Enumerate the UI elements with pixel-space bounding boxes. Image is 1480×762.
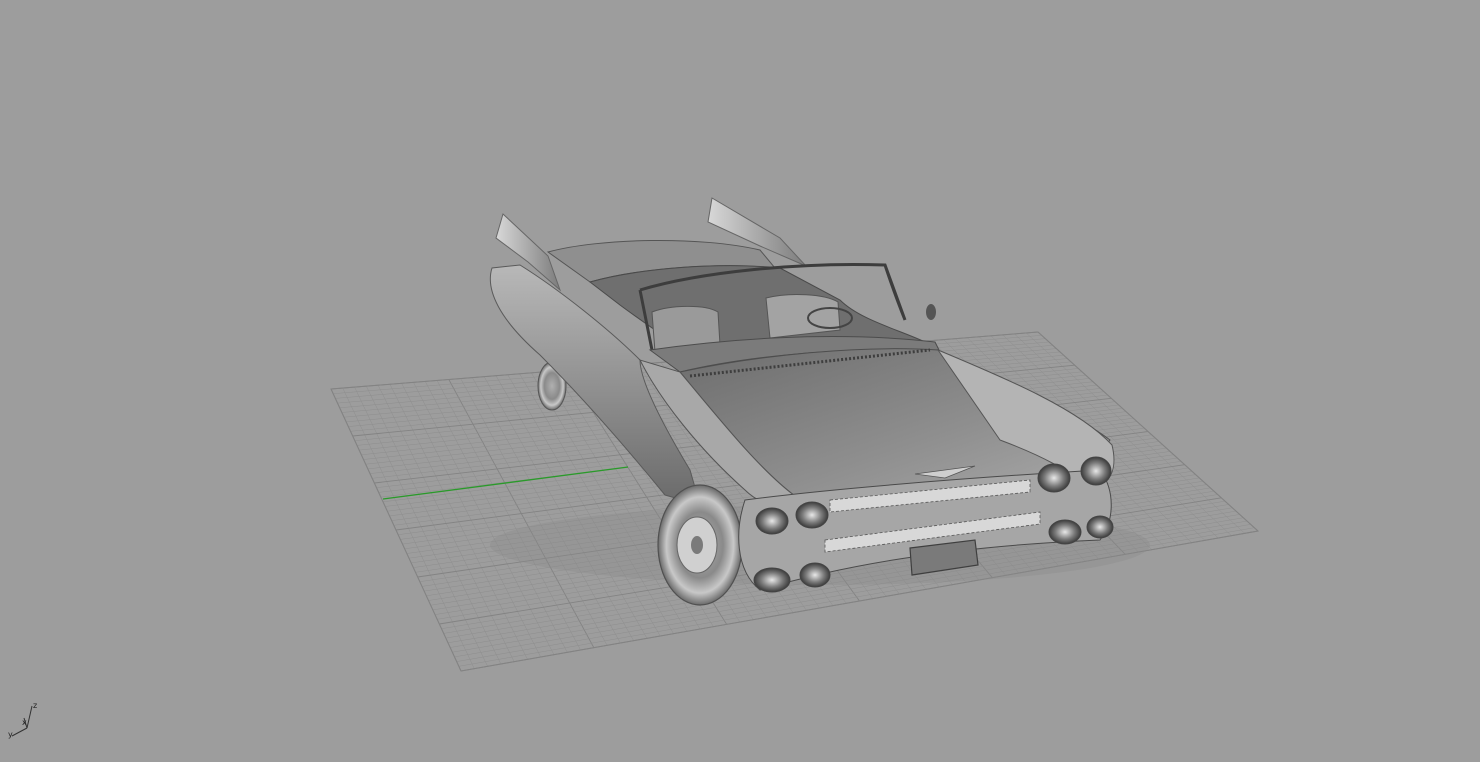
- z-axis-icon: [26, 705, 33, 729]
- car-model[interactable]: [489, 197, 1150, 606]
- hub-center: [691, 536, 703, 554]
- x-axis-line: [382, 466, 629, 500]
- viewport-scene[interactable]: z x y: [0, 0, 1480, 762]
- axis-label-x: x: [22, 718, 27, 727]
- axes-widget: z x y: [8, 701, 37, 739]
- bumper-bullet-left-2: [799, 562, 831, 588]
- bumper-bullet-right-2: [1086, 515, 1114, 539]
- perspective-viewport[interactable]: z x y: [0, 0, 1480, 762]
- axis-label-y: y: [8, 730, 13, 739]
- side-mirror: [926, 304, 936, 320]
- y-axis-icon: [11, 727, 28, 737]
- headlight-right-outer: [1080, 456, 1112, 486]
- axis-label-z: z: [33, 701, 37, 710]
- headlight-left-outer: [755, 507, 789, 535]
- bumper-bullet-left: [753, 567, 791, 593]
- headlight-right-inner: [1037, 463, 1071, 493]
- headlight-left-inner: [795, 501, 829, 529]
- bumper-bullet-right: [1048, 519, 1082, 545]
- front-seat-right: [765, 294, 841, 339]
